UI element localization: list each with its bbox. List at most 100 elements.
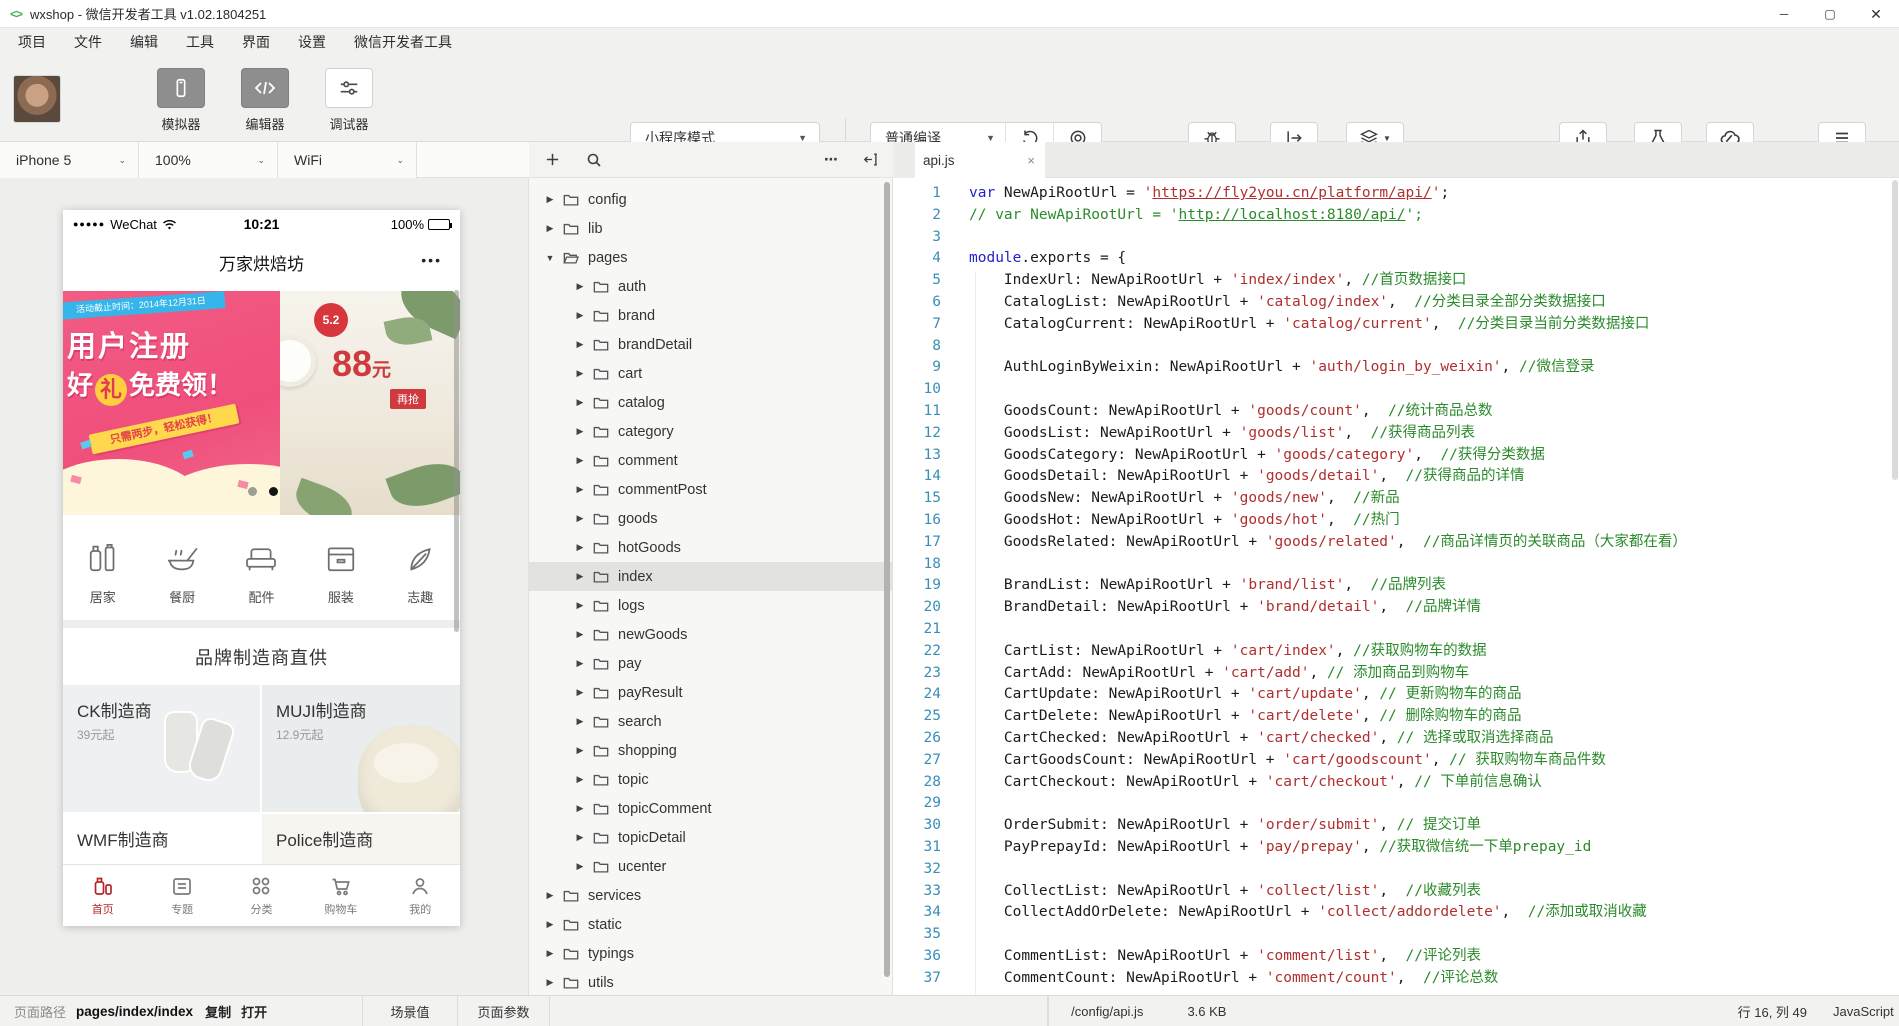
menu-file[interactable]: 文件 [60,28,116,56]
tree-item-catalog[interactable]: ▶catalog [529,388,893,417]
code-line[interactable]: 6 CatalogList: NewApiRootUrl + 'catalog/… [893,292,1899,314]
chevron-right-icon[interactable]: ▶ [575,484,585,495]
phone-page-scrollbar[interactable] [454,290,459,632]
tree-item-auth[interactable]: ▶auth [529,272,893,301]
code-line[interactable]: 31 PayPrepayId: NewApiRootUrl + 'pay/pre… [893,837,1899,859]
tree-item-newGoods[interactable]: ▶newGoods [529,620,893,649]
menu-project[interactable]: 项目 [4,28,60,56]
tree-item-topicComment[interactable]: ▶topicComment [529,794,893,823]
chevron-down-icon[interactable]: ▼ [545,253,555,263]
device-select[interactable]: iPhone 5 ⌄ [0,142,139,178]
cursor-position[interactable]: 行 16, 列 49 [1738,1002,1807,1021]
tab-cart[interactable]: 购物车 [301,865,380,926]
category-kitchen[interactable]: 餐厨 [142,515,221,620]
chevron-right-icon[interactable]: ▶ [575,774,585,785]
chevron-right-icon[interactable]: ▶ [575,339,585,350]
tree-item-config[interactable]: ▶config [529,185,893,214]
code-line[interactable]: 33 CollectList: NewApiRootUrl + 'collect… [893,881,1899,903]
code-line[interactable]: 17 GoodsRelated: NewApiRootUrl + 'goods/… [893,532,1899,554]
chevron-right-icon[interactable]: ▶ [575,861,585,872]
code-line[interactable]: 21 [893,619,1899,641]
brand-card-muji[interactable]: MUJI制造商 12.9元起 [262,685,460,812]
chevron-right-icon[interactable]: ▶ [575,803,585,814]
chevron-right-icon[interactable]: ▶ [575,426,585,437]
code-line[interactable]: 4module.exports = { [893,248,1899,270]
code-editor[interactable]: 1var NewApiRootUrl = 'https://fly2you.cn… [893,179,1899,995]
chevron-right-icon[interactable]: ▶ [575,455,585,466]
tree-item-lib[interactable]: ▶lib [529,214,893,243]
menu-interface[interactable]: 界面 [228,28,284,56]
close-button[interactable]: ✕ [1853,0,1899,28]
maximize-button[interactable]: ▢ [1807,0,1853,28]
code-line[interactable]: 34 CollectAddOrDelete: NewApiRootUrl + '… [893,902,1899,924]
code-line[interactable]: 9 AuthLoginByWeixin: NewApiRootUrl + 'au… [893,357,1899,379]
chevron-right-icon[interactable]: ▶ [575,513,585,524]
code-line[interactable]: 25 CartDelete: NewApiRootUrl + 'cart/del… [893,706,1899,728]
tab-profile[interactable]: 我的 [381,865,460,926]
chevron-right-icon[interactable]: ▶ [575,658,585,669]
code-line[interactable]: 5 IndexUrl: NewApiRootUrl + 'index/index… [893,270,1899,292]
code-line[interactable]: 7 CatalogCurrent: NewApiRootUrl + 'catal… [893,314,1899,336]
tree-item-brand[interactable]: ▶brand [529,301,893,330]
chevron-right-icon[interactable]: ▶ [545,977,555,988]
code-line[interactable]: 30 OrderSubmit: NewApiRootUrl + 'order/s… [893,815,1899,837]
brand-card-ck[interactable]: CK制造商 39元起 [63,685,260,812]
tree-item-ucenter[interactable]: ▶ucenter [529,852,893,881]
tree-item-typings[interactable]: ▶typings [529,939,893,968]
user-avatar[interactable] [14,76,60,122]
code-line[interactable]: 20 BrandDetail: NewApiRootUrl + 'brand/d… [893,597,1899,619]
more-options-icon[interactable]: ⋯ [824,151,839,168]
code-line[interactable]: 12 GoodsList: NewApiRootUrl + 'goods/lis… [893,423,1899,445]
code-line[interactable]: 32 [893,859,1899,881]
chevron-right-icon[interactable]: ▶ [575,397,585,408]
tree-item-services[interactable]: ▶services [529,881,893,910]
code-line[interactable]: 22 CartList: NewApiRootUrl + 'cart/index… [893,641,1899,663]
code-line[interactable]: 28 CartCheckout: NewApiRootUrl + 'cart/c… [893,772,1899,794]
tab-topics[interactable]: 专题 [142,865,221,926]
category-accessories[interactable]: 配件 [222,515,301,620]
chevron-right-icon[interactable]: ▶ [575,310,585,321]
code-line[interactable]: 23 CartAdd: NewApiRootUrl + 'cart/add', … [893,663,1899,685]
tab-categories[interactable]: 分类 [222,865,301,926]
code-line[interactable]: 8 [893,336,1899,358]
code-line[interactable]: 26 CartChecked: NewApiRootUrl + 'cart/ch… [893,728,1899,750]
menu-settings[interactable]: 设置 [284,28,340,56]
chevron-right-icon[interactable]: ▶ [575,629,585,640]
banner-carousel[interactable]: 活动截止时间：2014年12月31日 用户注册 好礼免费领！ 只需两步，轻松获得… [63,291,460,515]
code-line[interactable]: 15 GoodsNew: NewApiRootUrl + 'goods/new'… [893,488,1899,510]
tree-item-payResult[interactable]: ▶payResult [529,678,893,707]
chevron-right-icon[interactable]: ▶ [575,368,585,379]
tab-home[interactable]: 首页 [63,865,142,926]
file-tree-scrollbar[interactable] [884,182,890,977]
chevron-right-icon[interactable]: ▶ [545,890,555,901]
chevron-right-icon[interactable]: ▶ [545,223,555,234]
scene-value-cell[interactable]: 场景值 [363,996,458,1026]
chevron-right-icon[interactable]: ▶ [575,687,585,698]
language-mode[interactable]: JavaScript [1833,1004,1897,1019]
menu-edit[interactable]: 编辑 [116,28,172,56]
tree-item-pay[interactable]: ▶pay [529,649,893,678]
code-line[interactable]: 10 [893,379,1899,401]
code-line[interactable]: 37 CommentCount: NewApiRootUrl + 'commen… [893,968,1899,990]
debugger-toggle-button[interactable] [325,68,373,108]
chevron-right-icon[interactable]: ▶ [575,571,585,582]
code-line[interactable]: 36 CommentList: NewApiRootUrl + 'comment… [893,946,1899,968]
editor-toggle-button[interactable] [241,68,289,108]
network-select[interactable]: WiFi ⌄ [278,142,417,178]
menu-devtools[interactable]: 微信开发者工具 [340,28,466,56]
chevron-right-icon[interactable]: ▶ [575,281,585,292]
chevron-right-icon[interactable]: ▶ [545,919,555,930]
code-line[interactable]: 2// var NewApiRootUrl = 'http://localhos… [893,205,1899,227]
tree-item-pages[interactable]: ▼pages [529,243,893,272]
tree-item-comment[interactable]: ▶comment [529,446,893,475]
code-line[interactable]: 13 GoodsCategory: NewApiRootUrl + 'goods… [893,445,1899,467]
code-line[interactable]: 3 [893,227,1899,249]
banner-slide-product[interactable]: 5.2 88元 再抢 [280,291,460,515]
menu-tools[interactable]: 工具 [172,28,228,56]
more-menu-icon[interactable]: ••• [421,252,442,268]
code-line[interactable]: 24 CartUpdate: NewApiRootUrl + 'cart/upd… [893,684,1899,706]
code-line[interactable]: 19 BrandList: NewApiRootUrl + 'brand/lis… [893,575,1899,597]
tree-item-goods[interactable]: ▶goods [529,504,893,533]
category-apparel[interactable]: 服装 [301,515,380,620]
tree-item-static[interactable]: ▶static [529,910,893,939]
